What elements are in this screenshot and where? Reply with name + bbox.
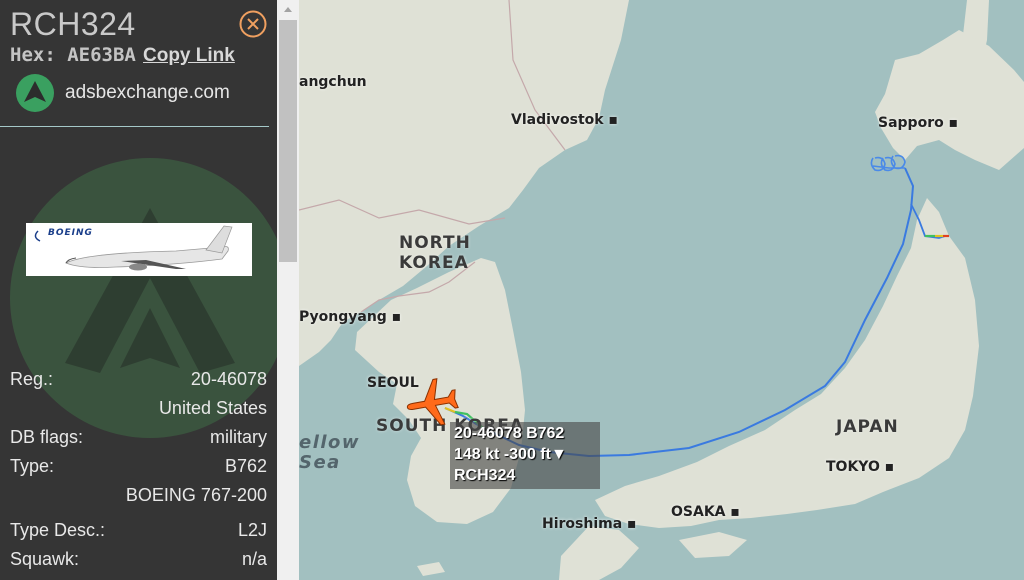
photo-brand-text: BOEING [48, 228, 93, 238]
city-label: angchun [299, 74, 367, 90]
tooltip-callsign: RCH324 [454, 467, 516, 484]
type-desc-value: L2J [237, 520, 267, 540]
info-row-squawk: Squawk: n/a [10, 549, 267, 573]
tooltip-registration-type: 20-46078 B762 [454, 425, 565, 442]
aircraft-photo[interactable]: BOEING [26, 223, 252, 276]
info-row-registration: Reg.: 20-46078 [10, 369, 267, 393]
city-label: Vladivostok ▪ [511, 112, 618, 128]
scrollbar-thumb[interactable] [279, 20, 297, 262]
type-full-value: BOEING 767-200 [125, 485, 267, 505]
info-row-type-desc: Type Desc.: L2J [10, 520, 267, 544]
callsign-title: RCH324 [10, 6, 136, 42]
sidebar-scrollbar[interactable] [277, 0, 299, 580]
country-label-japan: JAPAN [836, 417, 899, 437]
type-desc-label: Type Desc.: [10, 520, 106, 540]
city-label: TOKYO ▪ [826, 459, 895, 475]
tooltip-speed-altitude: 148 kt -300 ft▼ [454, 446, 567, 463]
divider [0, 126, 269, 127]
copy-link-button[interactable]: Copy Link [143, 45, 235, 67]
aircraft-info-panel: RCH324 Hex: AE63BA Copy Link adsbexchang… [0, 0, 277, 580]
info-row-type: Type: B762 [10, 456, 267, 480]
sea-label: ellow Sea [299, 432, 361, 473]
city-label: Sapporo ▪ [878, 115, 959, 131]
db-flags-label: DB flags: [10, 427, 84, 447]
info-row-type-full: BOEING 767-200 [10, 485, 267, 509]
squawk-label: Squawk: [10, 549, 80, 569]
map-canvas[interactable] [299, 0, 1024, 580]
db-flags-value: military [210, 427, 267, 447]
city-label: OSAKA ▪ [671, 504, 740, 520]
close-icon[interactable] [239, 10, 267, 38]
adsbx-logo-icon[interactable] [16, 74, 54, 112]
flight-info-tooltip: 20-46078 B762 148 kt -300 ft▼ RCH324 [450, 422, 600, 489]
map-view[interactable]: angchun Vladivostok ▪ Sapporo ▪ Pyongyan… [299, 0, 1024, 580]
city-label: Pyongyang ▪ [299, 309, 402, 325]
squawk-value: n/a [241, 549, 267, 569]
hex-row: Hex: AE63BA [10, 44, 136, 66]
type-value: B762 [224, 456, 267, 476]
country-label-north-korea: NORTH KOREA [399, 233, 471, 273]
type-label: Type: [10, 456, 55, 476]
registration-label: Reg.: [10, 369, 54, 389]
registration-value: 20-46078 [190, 369, 267, 389]
hex-label: Hex: [10, 44, 56, 66]
city-label: Hiroshima ▪ [542, 516, 637, 532]
info-row-country: United States [10, 398, 267, 422]
scroll-up-arrow-icon[interactable] [277, 0, 299, 20]
info-row-db-flags: DB flags: military [10, 427, 267, 451]
hex-value: AE63BA [67, 44, 136, 66]
site-link[interactable]: adsbexchange.com [65, 82, 230, 104]
country-value: United States [158, 398, 267, 418]
